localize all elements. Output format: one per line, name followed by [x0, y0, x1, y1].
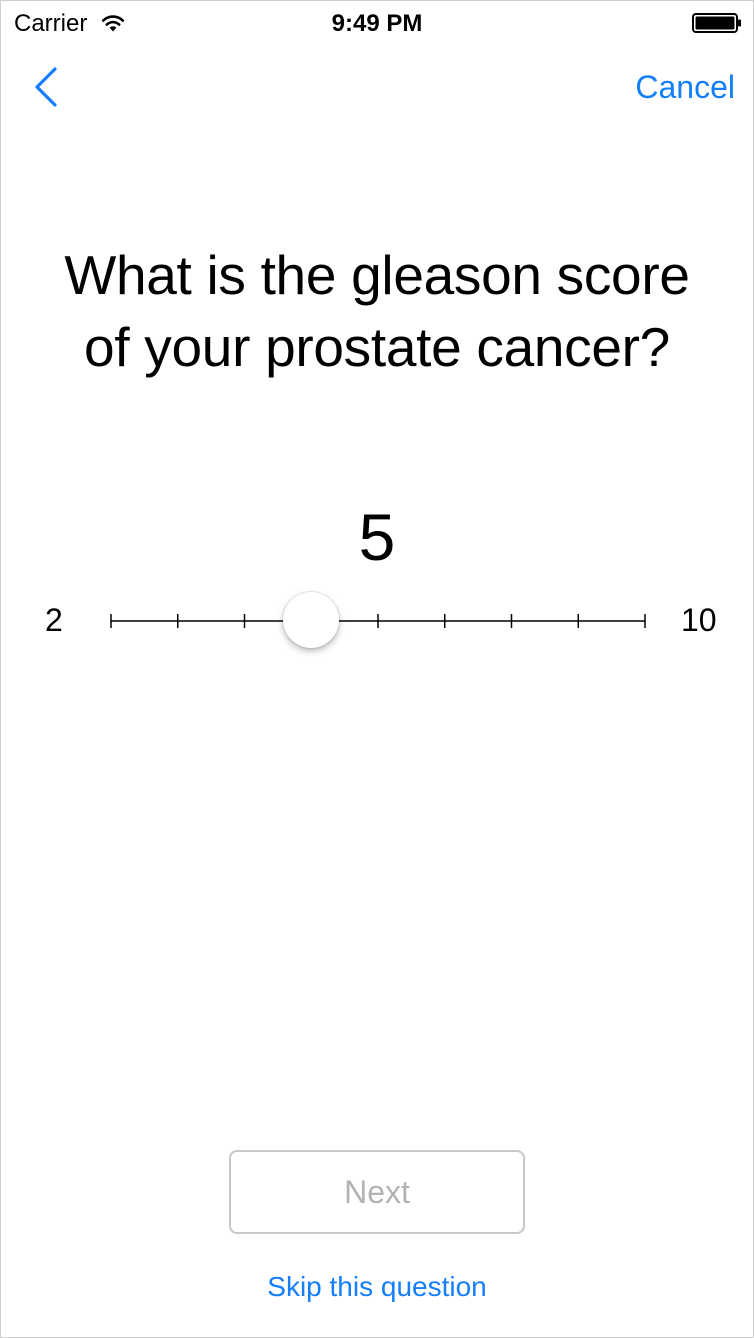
next-button[interactable]: Next: [229, 1150, 525, 1234]
question-line-2: of your prostate cancer?: [84, 316, 670, 378]
slider-thumb[interactable]: [283, 592, 340, 648]
slider-min-label: 2: [45, 602, 63, 638]
cancel-button[interactable]: Cancel: [635, 67, 735, 107]
gleason-score-slider[interactable]: [110, 591, 646, 651]
battery-full-icon: [692, 13, 741, 33]
slider-value-readout: 5: [358, 500, 396, 574]
back-button[interactable]: [25, 63, 69, 111]
skip-question-link[interactable]: Skip this question: [1, 1269, 753, 1305]
status-bar: Carrier 9:49 PM: [1, 1, 753, 41]
question-title: What is the gleason score of your prosta…: [21, 239, 733, 383]
slider-track: [110, 614, 646, 628]
chevron-left-icon: [35, 67, 57, 107]
clock-time: 9:49 PM: [331, 10, 423, 37]
question-line-1: What is the gleason score: [64, 244, 690, 306]
slider-max-label: 10: [681, 602, 717, 638]
survey-screen: Carrier 9:49 PM Cancel What is the gleas…: [0, 0, 754, 1338]
